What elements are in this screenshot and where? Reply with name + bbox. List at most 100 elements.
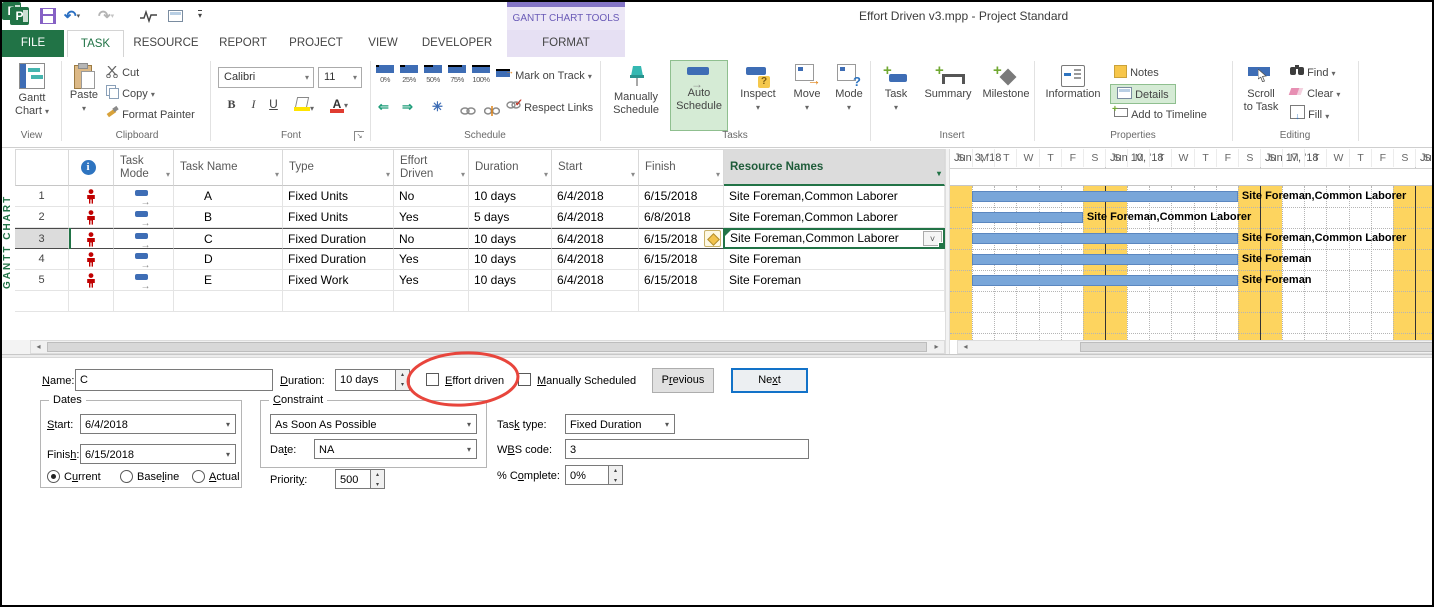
select-all-corner[interactable] xyxy=(15,149,69,186)
indent-task-icon[interactable]: ⇒ xyxy=(402,99,413,115)
cell-finish[interactable]: 6/8/2018 xyxy=(639,207,724,228)
cell-info[interactable] xyxy=(69,249,114,270)
row-number[interactable]: 1 xyxy=(15,186,69,207)
cell-duration[interactable]: 10 days xyxy=(469,270,552,291)
gantt-bar-task-1[interactable] xyxy=(972,191,1238,202)
information-button[interactable]: Information xyxy=(1040,61,1106,101)
cell-duration[interactable]: 10 days xyxy=(469,186,552,207)
cell-resources[interactable]: Site Foreman,Common Laborer ˅ xyxy=(723,228,945,249)
cell-mode[interactable]: → xyxy=(114,228,174,249)
cell-duration[interactable]: 5 days xyxy=(469,207,552,228)
cell-start[interactable]: 6/4/2018 xyxy=(552,270,639,291)
priority-spinner[interactable]: ▴ ▾ xyxy=(371,469,385,489)
find-button[interactable]: Find ▾ xyxy=(1290,63,1336,83)
cell-mode[interactable]: → xyxy=(114,249,174,270)
italic-button[interactable]: I xyxy=(244,95,263,114)
effort-driven-checkbox[interactable] xyxy=(426,373,439,386)
chevron-down-icon[interactable]: ▾ xyxy=(226,445,230,463)
cell-info[interactable] xyxy=(69,228,114,249)
font-dialog-launcher[interactable]: ↘ xyxy=(354,131,364,141)
duration-spinner[interactable]: ▴ ▾ xyxy=(396,369,410,391)
filter-icon[interactable]: ▾ xyxy=(631,168,635,181)
details-button[interactable]: Details xyxy=(1110,84,1176,104)
cell-name[interactable]: A xyxy=(174,186,283,207)
cell-finish[interactable]: 6/15/2018 xyxy=(639,228,724,249)
column-header-duration[interactable]: Duration ▾ xyxy=(469,149,552,186)
filter-icon[interactable]: ▾ xyxy=(937,167,941,180)
gantt-chart-view-button[interactable]: Gantt Chart ▾ xyxy=(6,61,58,118)
cell-resources[interactable]: Site Foreman xyxy=(724,249,945,270)
filter-icon[interactable]: ▾ xyxy=(716,168,720,181)
percent-75-button[interactable]: 75% xyxy=(446,65,468,91)
respect-links-button[interactable]: ✓ Respect Links xyxy=(506,98,593,118)
auto-schedule-button[interactable]: → Auto Schedule xyxy=(670,60,728,131)
tab-project[interactable]: PROJECT xyxy=(278,30,354,57)
cell-mode[interactable]: → xyxy=(114,186,174,207)
format-painter-button[interactable]: Format Painter xyxy=(106,105,195,125)
pct-complete-spinner[interactable]: ▴ ▾ xyxy=(609,465,623,485)
cut-button[interactable]: Cut xyxy=(106,63,139,83)
cell-duration[interactable]: 10 days xyxy=(469,228,552,249)
filter-icon[interactable]: ▾ xyxy=(386,168,390,181)
clear-button[interactable]: Clear ▾ xyxy=(1288,84,1340,104)
baseline-radio[interactable] xyxy=(120,470,133,483)
task-type-combo[interactable]: Fixed Duration ▾ xyxy=(565,414,675,434)
outdent-task-icon[interactable]: ⇐ xyxy=(378,99,389,115)
app-icon[interactable]: P xyxy=(10,7,29,25)
chevron-down-icon[interactable]: ▾ xyxy=(467,440,471,458)
next-button[interactable]: Next xyxy=(731,368,808,393)
move-button[interactable]: → Move ▾ xyxy=(786,61,828,114)
cell-effort[interactable]: Yes xyxy=(394,249,469,270)
gantt-bar-task-2[interactable] xyxy=(972,212,1083,223)
cell-name[interactable]: B xyxy=(174,207,283,228)
chevron-down-icon[interactable]: ▾ xyxy=(665,415,669,433)
inspect-button[interactable]: ? Inspect ▾ xyxy=(734,61,782,114)
link-tasks-icon[interactable] xyxy=(460,103,476,121)
constraint-date-combo[interactable]: NA ▾ xyxy=(314,439,477,459)
percent-25-button[interactable]: 25% xyxy=(398,65,420,91)
percent-50-button[interactable]: 50% xyxy=(422,65,444,91)
cell-effort[interactable]: Yes xyxy=(394,270,469,291)
cell-duration[interactable]: 10 days xyxy=(469,249,552,270)
font-size-select[interactable]: 11 ▾ xyxy=(318,67,362,88)
table-horizontal-scrollbar[interactable]: ◂ ▸ xyxy=(30,340,945,354)
column-header-indicators[interactable]: i xyxy=(69,149,114,186)
cell-resources[interactable]: Site Foreman xyxy=(724,270,945,291)
cell-finish[interactable]: 6/15/2018 xyxy=(639,186,724,207)
scrollbar-thumb[interactable] xyxy=(1080,342,1432,352)
cell-name[interactable]: D xyxy=(174,249,283,270)
scroll-right-icon[interactable]: ▸ xyxy=(929,341,944,353)
row-number[interactable]: 5 xyxy=(15,270,69,291)
tab-resource[interactable]: RESOURCE xyxy=(124,30,208,57)
filter-icon[interactable]: ▾ xyxy=(166,168,170,181)
cell-name[interactable]: E xyxy=(174,270,283,291)
bold-button[interactable]: B xyxy=(222,95,241,114)
scrollbar-thumb[interactable] xyxy=(47,342,927,352)
cell-start[interactable]: 6/4/2018 xyxy=(552,228,639,249)
cell-info[interactable] xyxy=(69,186,114,207)
background-color-button[interactable]: ▾ xyxy=(294,97,314,116)
cell-name[interactable]: C xyxy=(174,228,283,249)
tab-developer[interactable]: DEVELOPER xyxy=(412,30,502,57)
chevron-down-icon[interactable]: ▾ xyxy=(226,415,230,433)
mark-on-track-button[interactable]: → Mark on Track ▾ xyxy=(496,66,592,86)
actual-radio[interactable] xyxy=(192,470,205,483)
cell-effort[interactable]: No xyxy=(394,228,469,249)
percent-0-button[interactable]: 0% xyxy=(374,65,396,91)
priority-field[interactable]: 500 xyxy=(335,469,371,489)
column-header-finish[interactable]: Finish ▾ xyxy=(639,149,724,186)
tab-view[interactable]: VIEW xyxy=(354,30,412,57)
fill-button[interactable]: ↓ Fill ▾ xyxy=(1290,105,1329,125)
insert-summary-button[interactable]: + Summary xyxy=(918,61,978,101)
cell-finish[interactable]: 6/15/2018 xyxy=(639,249,724,270)
tab-report[interactable]: REPORT xyxy=(208,30,278,57)
cell-mode[interactable]: → xyxy=(114,207,174,228)
previous-button[interactable]: Previous xyxy=(652,368,714,393)
start-combo[interactable]: 6/4/2018 ▾ xyxy=(80,414,236,434)
cell-finish[interactable]: 6/15/2018 xyxy=(639,270,724,291)
chevron-down-icon[interactable]: ▾ xyxy=(467,415,471,433)
notes-button[interactable]: Notes xyxy=(1114,63,1159,83)
gantt-chart-pane[interactable]: Jun 3, '18Jun 10, '18Jun 17, '18Jun 24, … xyxy=(950,149,1432,354)
cell-resources[interactable]: Site Foreman,Common Laborer xyxy=(724,186,945,207)
name-field[interactable]: C xyxy=(75,369,273,391)
